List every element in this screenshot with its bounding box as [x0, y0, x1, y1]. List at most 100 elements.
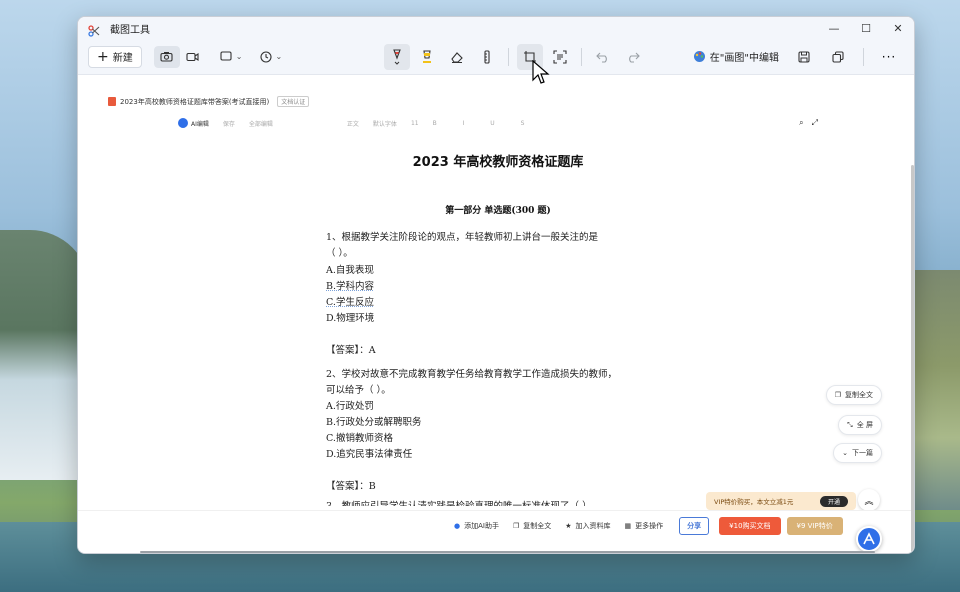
snip-shape-dropdown[interactable]: ⌄	[216, 46, 247, 68]
vip-banner: VIP特价购买，本文立减1元 开通	[706, 492, 856, 510]
vertical-scrollbar[interactable]	[911, 165, 914, 553]
double-chevron-up-icon: ︽	[864, 496, 874, 507]
fullscreen-icon: ⤡	[847, 420, 853, 429]
video-mode-button[interactable]	[180, 46, 206, 68]
option-line: B.学科内容	[326, 281, 375, 292]
doc-toolbar-format-icons: B I U S	[432, 119, 537, 127]
option-line: A.行政处罚	[326, 401, 374, 412]
clock-icon	[260, 50, 272, 63]
question-line: （ ）。	[326, 248, 353, 259]
question-line: 2、学校对故意不完成教育教学任务给教育教学工作造成损失的教师，	[326, 369, 618, 380]
add-to-library: ★ 加入资料库	[565, 521, 611, 530]
ruler-icon	[484, 49, 490, 64]
rectangle-snip-icon	[220, 51, 232, 61]
ai-logo-icon	[178, 118, 188, 128]
fullscreen-side-button: ⤡ 全 屏	[838, 415, 882, 435]
doc-certified-tag: 文档认证	[277, 96, 310, 107]
pen-icon	[393, 48, 401, 65]
plus-icon: +	[97, 48, 109, 65]
more-actions: ▦ 更多操作	[624, 521, 664, 530]
delay-timer-dropdown[interactable]: ⌄	[256, 46, 286, 68]
save-button[interactable]	[791, 44, 817, 70]
doc-toolbar-style: 正文	[346, 120, 359, 128]
mouse-cursor-icon	[532, 59, 550, 90]
doc-bottom-bar: ● 添加AI助手 ❐ 复制全文 ★ 加入资料库 ▦ 更多操作 分享 ¥10购买文档 ¥9…	[78, 510, 914, 540]
toolbar-separator	[863, 47, 864, 66]
horizontal-scrollbar[interactable]	[140, 551, 875, 553]
copy-all-label: 复制全文	[845, 391, 873, 399]
ai-edit-label: AI编辑	[191, 120, 209, 128]
ai-edit-button: AI编辑	[178, 118, 209, 128]
chevron-down-icon: ⌄	[842, 449, 848, 457]
scroll-top-button: ︽	[858, 489, 880, 511]
option-line: C.撤销教师资格	[326, 433, 393, 444]
copy-icon	[832, 50, 844, 63]
answer-line: 【答案】：A	[326, 345, 376, 356]
title-bar: 截图工具 — ☐ ✕	[78, 17, 914, 39]
undo-button[interactable]	[590, 44, 616, 70]
doc-toolbar-font: 默认字体	[372, 120, 397, 128]
pdf-icon	[108, 97, 116, 106]
grid-icon: ▦	[624, 521, 632, 530]
redo-icon	[629, 52, 640, 63]
next-doc-label: 下一篇	[852, 449, 873, 457]
copy-icon: ❐	[512, 521, 520, 530]
toolbar-separator	[581, 47, 583, 66]
snip-toolbar: + 新建 ⌄ ⌄ 在"画图"中编辑 ···	[78, 39, 914, 75]
copy-all-side-button: ❐ 复制全文	[825, 385, 882, 405]
doc-title: 2023 年高校教师资格证题库	[412, 155, 584, 170]
undo-icon	[596, 52, 607, 63]
star-icon: ★	[565, 521, 572, 530]
close-button[interactable]: ✕	[882, 17, 914, 39]
copy-icon: ❐	[834, 391, 841, 399]
redo-button[interactable]	[620, 44, 646, 70]
camera-icon	[160, 52, 173, 62]
expand-icon: ⤢	[811, 118, 818, 127]
more-options-button[interactable]: ···	[876, 44, 902, 70]
option-line: C.学生反应	[326, 297, 374, 308]
ai-icon: ●	[454, 521, 461, 530]
minimize-button[interactable]: —	[818, 17, 850, 39]
vip-buy-button: ¥9 VIP特价	[786, 516, 843, 535]
more-dots-icon: ···	[881, 49, 897, 64]
vip-open-button: 开通	[819, 495, 848, 507]
option-line: D.物理环境	[326, 313, 375, 324]
doc-toolbar-size: 11	[410, 119, 419, 127]
fullscreen-label: 全 屏	[856, 421, 873, 429]
highlighter-icon	[423, 49, 432, 63]
screenshot-mode-button[interactable]	[153, 45, 180, 68]
option-line: D.追究民事法律责任	[326, 449, 413, 460]
snipping-tool-app-icon	[88, 22, 100, 37]
maximize-button[interactable]: ☐	[850, 17, 882, 39]
edit-in-paint-label: 在"画图"中编辑	[709, 53, 779, 64]
ai-assistant-float-icon	[856, 526, 882, 552]
doc-toolbar-edit-all: 全部编辑	[248, 120, 273, 128]
edit-in-paint-button[interactable]: 在"画图"中编辑	[693, 49, 779, 64]
ballpoint-pen-tool[interactable]	[384, 43, 411, 70]
question-line: 可以给予（ ）。	[326, 385, 391, 396]
search-icon: ⌕	[799, 118, 804, 127]
question-line: 1、根据教学关注阶段论的观点，年轻教师初上讲台一般关注的是	[326, 232, 599, 243]
ruler-tool[interactable]	[474, 44, 500, 70]
text-actions-tool[interactable]	[547, 44, 573, 70]
question-line: 3、教师应引导学生认清实践是检验真理的唯一标准体现了（ ）	[326, 498, 592, 506]
save-icon	[798, 50, 810, 63]
option-line: A.自我表现	[326, 265, 374, 276]
doc-page: 2023 年高校教师资格证题库 第一部分 单选题(300 题) 1、根据教学关注…	[108, 139, 888, 509]
window-title: 截图工具	[110, 24, 150, 36]
highlighter-tool[interactable]	[414, 44, 440, 70]
doc-toolbar-save: 保存	[222, 120, 235, 128]
buy-doc-button: ¥10购买文档	[719, 516, 781, 535]
eraser-tool[interactable]	[444, 44, 470, 70]
chevron-down-icon: ⌄	[275, 52, 283, 61]
video-icon	[186, 52, 199, 61]
copy-button[interactable]	[825, 44, 851, 70]
new-snip-label: 新建	[112, 53, 133, 64]
new-snip-button[interactable]: + 新建	[88, 45, 142, 68]
copy-all-bottom: ❐ 复制全文	[512, 521, 552, 530]
snipping-tool-window: 截图工具 — ☐ ✕ + 新建 ⌄ ⌄ 在"画图"中编辑 ··· 2023年高校…	[77, 16, 915, 554]
share-button: 分享	[679, 516, 710, 535]
paint-palette-icon	[693, 51, 705, 62]
next-doc-side-button: ⌄ 下一篇	[833, 443, 882, 463]
section-title: 第一部分 单选题(300 题)	[445, 206, 551, 216]
